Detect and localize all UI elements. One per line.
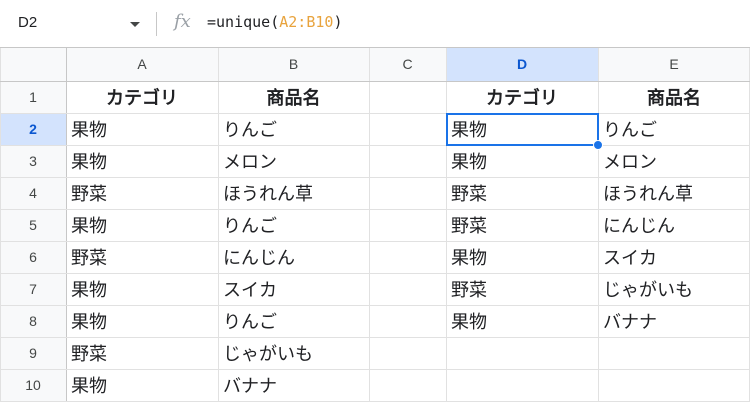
cell-b6[interactable]: にんじん — [218, 241, 369, 273]
cell-d10[interactable] — [446, 369, 598, 401]
formula-input[interactable]: =unique(A2:B10) — [207, 13, 342, 31]
cell-b3[interactable]: メロン — [218, 145, 369, 177]
cell-b2[interactable]: りんご — [218, 113, 369, 145]
cell-a2[interactable]: 果物 — [66, 113, 218, 145]
cell-e1[interactable]: 商品名 — [598, 81, 750, 113]
cell-b5[interactable]: りんご — [218, 209, 369, 241]
cell-e2[interactable]: りんご — [598, 113, 750, 145]
cell-e3[interactable]: メロン — [598, 145, 750, 177]
cell-c5[interactable] — [369, 209, 446, 241]
cell-a3[interactable]: 果物 — [66, 145, 218, 177]
cell-d8[interactable]: 果物 — [446, 305, 598, 337]
row-header-7[interactable]: 7 — [0, 273, 66, 305]
row-header-2[interactable]: 2 — [0, 113, 66, 145]
cell-a5[interactable]: 果物 — [66, 209, 218, 241]
cell-d3[interactable]: 果物 — [446, 145, 598, 177]
row-header-9[interactable]: 9 — [0, 337, 66, 369]
name-box-value: D2 — [18, 14, 38, 31]
cell-c8[interactable] — [369, 305, 446, 337]
cell-c6[interactable] — [369, 241, 446, 273]
cell-e4[interactable]: ほうれん草 — [598, 177, 750, 209]
cell-e8[interactable]: バナナ — [598, 305, 750, 337]
gridline-horizontal — [0, 369, 750, 370]
cell-e5[interactable]: にんじん — [598, 209, 750, 241]
cell-d7[interactable]: 野菜 — [446, 273, 598, 305]
cell-a4[interactable]: 野菜 — [66, 177, 218, 209]
cell-c10[interactable] — [369, 369, 446, 401]
cell-c2[interactable] — [369, 113, 446, 145]
gridline-horizontal — [0, 145, 750, 146]
cell-c7[interactable] — [369, 273, 446, 305]
gridline-vertical — [598, 47, 599, 401]
row-header-3[interactable]: 3 — [0, 145, 66, 177]
gridline-horizontal — [0, 305, 750, 306]
cell-b4[interactable]: ほうれん草 — [218, 177, 369, 209]
column-header-a[interactable]: A — [66, 47, 218, 81]
cell-a1[interactable]: カテゴリ — [66, 81, 218, 113]
row-header-4[interactable]: 4 — [0, 177, 66, 209]
gridline-horizontal — [0, 209, 750, 210]
cell-b10[interactable]: バナナ — [218, 369, 369, 401]
gridline-horizontal — [0, 47, 750, 48]
name-box[interactable]: D2 — [8, 7, 148, 39]
cell-b9[interactable]: じゃがいも — [218, 337, 369, 369]
gridline-horizontal — [0, 113, 750, 114]
column-header-d[interactable]: D — [446, 47, 598, 81]
cell-b8[interactable]: りんご — [218, 305, 369, 337]
cell-a10[interactable]: 果物 — [66, 369, 218, 401]
formula-close-paren: ) — [333, 13, 343, 31]
cell-d9[interactable] — [446, 337, 598, 369]
cell-a8[interactable]: 果物 — [66, 305, 218, 337]
gridline-horizontal — [0, 273, 750, 274]
fill-handle[interactable] — [593, 140, 603, 150]
cell-e10[interactable] — [598, 369, 750, 401]
formula-range-reference: A2:B10 — [279, 13, 334, 31]
cell-d4[interactable]: 野菜 — [446, 177, 598, 209]
gridline-horizontal — [0, 177, 750, 178]
row-header-1[interactable]: 1 — [0, 81, 66, 113]
column-header-b[interactable]: B — [218, 47, 369, 81]
gridline-horizontal — [0, 337, 750, 338]
cell-d5[interactable]: 野菜 — [446, 209, 598, 241]
cell-b7[interactable]: スイカ — [218, 273, 369, 305]
gridline-horizontal — [0, 81, 750, 82]
cell-e7[interactable]: じゃがいも — [598, 273, 750, 305]
fx-icon: fx — [174, 11, 191, 32]
gridline-vertical — [218, 47, 219, 401]
cell-a6[interactable]: 野菜 — [66, 241, 218, 273]
cell-e9[interactable] — [598, 337, 750, 369]
gridline-vertical — [369, 47, 370, 401]
cell-e6[interactable]: スイカ — [598, 241, 750, 273]
row-header-5[interactable]: 5 — [0, 209, 66, 241]
cell-b1[interactable]: 商品名 — [218, 81, 369, 113]
row-header-10[interactable]: 10 — [0, 369, 66, 401]
cell-d6[interactable]: 果物 — [446, 241, 598, 273]
row-header-6[interactable]: 6 — [0, 241, 66, 273]
column-header-e[interactable]: E — [598, 47, 750, 81]
formula-bar: D2 fx =unique(A2:B10) — [0, 0, 750, 47]
gridline-vertical — [446, 47, 447, 401]
formula-bar-divider — [156, 12, 157, 36]
cell-a7[interactable]: 果物 — [66, 273, 218, 305]
cell-c3[interactable] — [369, 145, 446, 177]
column-header-c[interactable]: C — [369, 47, 446, 81]
cell-d1[interactable]: カテゴリ — [446, 81, 598, 113]
cell-d2[interactable]: 果物 — [446, 113, 598, 145]
gridline-horizontal — [0, 241, 750, 242]
select-all-corner[interactable] — [0, 47, 66, 81]
cell-c1[interactable] — [369, 81, 446, 113]
chevron-down-icon[interactable] — [130, 22, 140, 27]
gridline-vertical — [66, 47, 67, 401]
spreadsheet-grid[interactable]: A B C D E 1 2 3 4 5 6 7 8 9 10 カテゴリ 果物 果物 野菜 果物 野菜 果物 果物 野菜 果物 商品… — [0, 47, 750, 402]
formula-function: =unique( — [207, 13, 280, 31]
cell-c9[interactable] — [369, 337, 446, 369]
row-header-8[interactable]: 8 — [0, 305, 66, 337]
cell-c4[interactable] — [369, 177, 446, 209]
cell-a9[interactable]: 野菜 — [66, 337, 218, 369]
gridline-vertical — [0, 47, 1, 401]
